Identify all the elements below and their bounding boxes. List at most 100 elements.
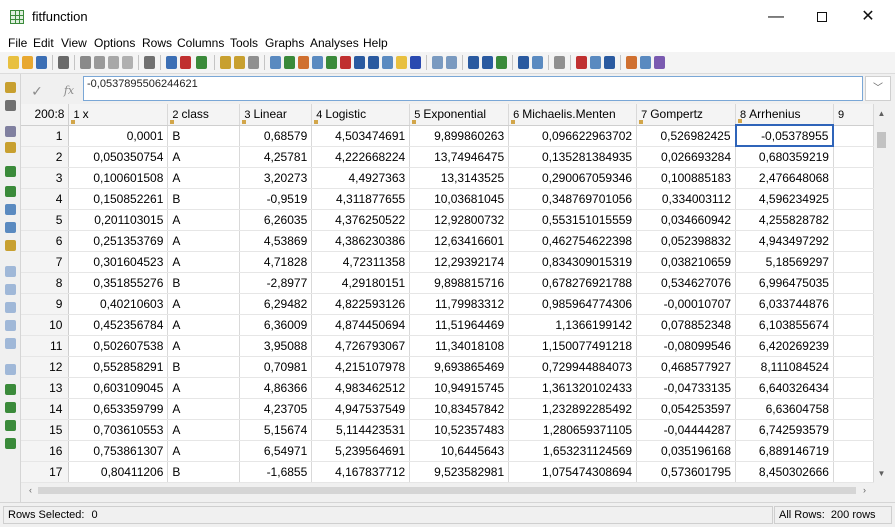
table-cell[interactable]: 4,947537549	[311, 398, 411, 420]
horizontal-scrollbar[interactable]: ‹ ›	[21, 483, 874, 498]
open-folder-icon[interactable]	[22, 56, 33, 69]
table-cell[interactable]	[833, 314, 874, 336]
table-cell[interactable]: -2,8977	[239, 272, 313, 294]
menu-rows[interactable]: Rows	[142, 36, 172, 50]
grid-icon[interactable]	[554, 56, 565, 69]
table-cell[interactable]: -0,04733135	[636, 377, 737, 399]
table-cell[interactable]: 0,100601508	[68, 167, 169, 189]
split-rows-icon[interactable]	[5, 222, 16, 233]
cut-icon[interactable]	[94, 56, 105, 69]
table-cell[interactable]: 4,596234925	[735, 188, 834, 210]
table-cell[interactable]: 6,889146719	[735, 440, 834, 462]
cell-value-input[interactable]: -0,0537895506244621	[83, 76, 863, 101]
table-cell[interactable]: 4,943497292	[735, 230, 834, 252]
table-cell[interactable]: 4,874450694	[311, 314, 411, 336]
target-icon[interactable]	[590, 56, 601, 69]
paste-icon[interactable]	[122, 56, 133, 69]
table-cell[interactable]: 4,503474691	[311, 125, 411, 147]
move-rows-icon[interactable]	[5, 204, 16, 215]
table-cell[interactable]: A	[167, 146, 241, 168]
table-cell[interactable]: 0,40210603	[68, 293, 169, 315]
table-cell[interactable]: 5,15674	[239, 419, 313, 441]
table-cell[interactable]: 4,4927363	[311, 167, 411, 189]
column-header-9[interactable]: 9	[833, 104, 874, 126]
table-row[interactable]: 9 0,40210603 A 6,29482 4,822593126 11,7998331…	[21, 293, 874, 315]
table-cell[interactable]: 0,034660942	[636, 209, 737, 231]
table-cell[interactable]	[833, 167, 874, 189]
table-cell[interactable]: 4,311877655	[311, 188, 411, 210]
table-cell[interactable]: 4,983462512	[311, 377, 411, 399]
row-number[interactable]: 14	[21, 398, 70, 420]
data-grid-icon[interactable]	[5, 420, 16, 431]
table-cell[interactable]: A	[167, 167, 241, 189]
table-cell[interactable]: 4,376250522	[311, 209, 411, 231]
confirm-edit-button[interactable]: ✓	[24, 80, 50, 102]
arrow-icon[interactable]	[604, 56, 615, 69]
table-cell[interactable]: A	[167, 209, 241, 231]
table-row[interactable]: 8 0,351855276 B -2,8977 4,29180151 9,89881571…	[21, 272, 874, 294]
table-cell[interactable]: 4,25781	[239, 146, 313, 168]
table-cell[interactable]: 0,078852348	[636, 314, 737, 336]
table-cell[interactable]: 0,038210659	[636, 251, 737, 273]
row-number[interactable]: 15	[21, 419, 70, 441]
table-cell[interactable]: 0,348769701056	[508, 188, 638, 210]
horizontal-scroll-thumb[interactable]	[38, 487, 856, 494]
row-number[interactable]: 11	[21, 335, 70, 357]
undo-icon[interactable]	[80, 56, 91, 69]
table-cell[interactable]: 6,63604758	[735, 398, 834, 420]
column-header-class[interactable]: 2 class	[167, 104, 241, 126]
row-number[interactable]: 17	[21, 461, 70, 483]
table-cell[interactable]: 0,573601795	[636, 461, 737, 483]
transform-icon[interactable]	[576, 56, 587, 69]
list-icon[interactable]	[640, 56, 651, 69]
histogram-icon[interactable]	[532, 56, 543, 69]
table-cell[interactable]: 4,215107978	[311, 356, 411, 378]
table-cell[interactable]: 0,729944884073	[508, 356, 638, 378]
table-cell[interactable]: 6,54971	[239, 440, 313, 462]
select-cursor-icon[interactable]	[5, 126, 16, 137]
column-header-michaelis-menten[interactable]: 6 Michaelis.Menten	[508, 104, 638, 126]
replace-icon[interactable]	[5, 320, 16, 331]
table-cell[interactable]: 2,476648068	[735, 167, 834, 189]
regression-icon[interactable]	[312, 56, 323, 69]
close-button[interactable]: ✕	[845, 0, 891, 34]
table-cell[interactable]: 6,640326434	[735, 377, 834, 399]
column-icon[interactable]	[5, 364, 16, 375]
mountain-icon[interactable]	[354, 56, 365, 69]
table-cell[interactable]: B	[167, 125, 241, 147]
table-row[interactable]: 5 0,201103015 A 6,26035 4,376250522 12,928007…	[21, 209, 874, 231]
table-cell[interactable]: 0,680359219	[735, 146, 834, 168]
append-row-icon[interactable]	[5, 186, 16, 197]
table-cell[interactable]: 1,075474308694	[508, 461, 638, 483]
spreadsheet-icon[interactable]	[5, 384, 16, 395]
table-cell[interactable]: -0,08099546	[636, 335, 737, 357]
data-save-icon[interactable]	[166, 56, 177, 69]
table-cell[interactable]: 4,53869	[239, 230, 313, 252]
variables-icon[interactable]	[5, 402, 16, 413]
sort-rows-icon[interactable]	[5, 240, 16, 251]
scroll-down-icon[interactable]: ▼	[874, 466, 889, 481]
row-number[interactable]: 7	[21, 251, 70, 273]
table-cell[interactable]: -0,9519	[239, 188, 313, 210]
vertical-scrollbar[interactable]: ▲ ▼	[874, 104, 889, 483]
table-cell[interactable]: 0,0001	[68, 125, 169, 147]
table-row[interactable]: 1 0,0001 B 0,68579 4,503474691 9,899860263 0,0…	[21, 124, 874, 147]
table-cell[interactable]	[833, 293, 874, 315]
table-cell[interactable]: 10,94915745	[409, 377, 510, 399]
zoom-out-icon[interactable]	[5, 284, 16, 295]
table-cell[interactable]: 8,111084524	[735, 356, 834, 378]
print-icon[interactable]	[58, 56, 69, 69]
table-cell[interactable]: 6,26035	[239, 209, 313, 231]
settings-icon[interactable]	[144, 56, 155, 69]
lab-icon[interactable]	[382, 56, 393, 69]
table-cell[interactable]: 0,026693284	[636, 146, 737, 168]
table-cell[interactable]: 4,72311358	[311, 251, 411, 273]
table-cell[interactable]	[833, 272, 874, 294]
table-cell[interactable]: 0,68579	[239, 125, 313, 147]
table-cell[interactable]: 1,361320102433	[508, 377, 638, 399]
table-cell[interactable]: 0,834309015319	[508, 251, 638, 273]
scatter-icon[interactable]	[298, 56, 309, 69]
row-number[interactable]: 6	[21, 230, 70, 252]
column-header-arrhenius[interactable]: 8 Arrhenius	[735, 104, 834, 126]
menu-tools[interactable]: Tools	[230, 36, 258, 50]
